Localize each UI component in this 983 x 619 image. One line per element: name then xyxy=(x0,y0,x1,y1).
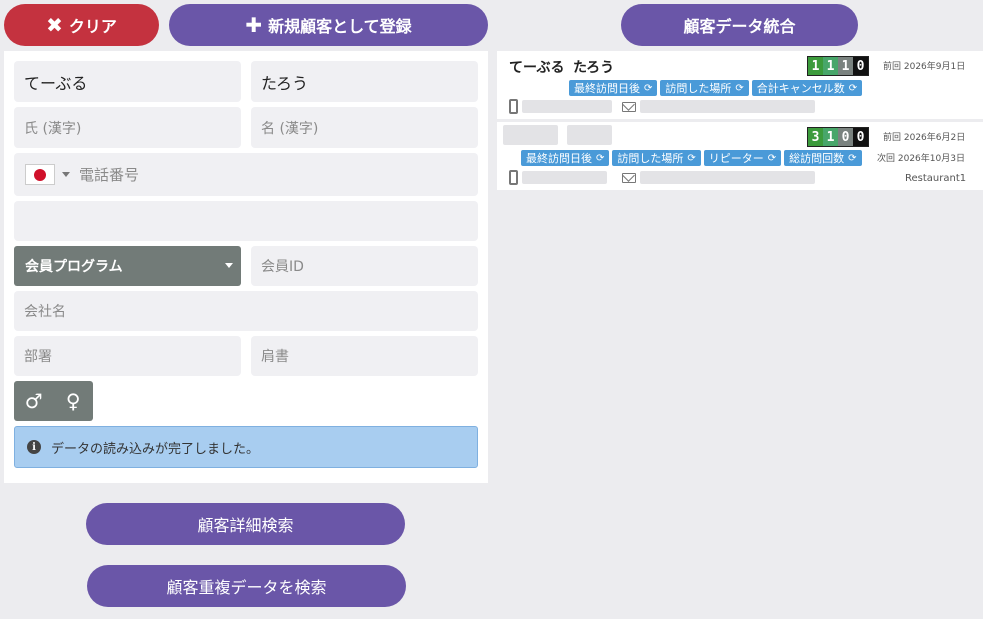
counter-other: 1 xyxy=(838,57,853,75)
last-name-kana-field[interactable]: てーぶる xyxy=(14,61,241,102)
redacted-first-name xyxy=(567,125,612,145)
counter-repeat: 1 xyxy=(823,128,838,146)
counter-visits: 3 xyxy=(808,128,823,146)
detail-search-label: 顧客詳細検索 xyxy=(197,516,294,535)
tag-list: 最終訪問日後 ⟳ 訪問した場所 ⟳ 合計キャンセル数 ⟳ xyxy=(569,80,863,96)
counter-cancel: 0 xyxy=(853,128,868,146)
tag-item[interactable]: 最終訪問日後 ⟳ xyxy=(521,150,610,166)
mail-icon xyxy=(622,173,636,183)
tag-label: 最終訪問日後 xyxy=(526,152,592,165)
membership-program-select[interactable]: 会員プログラム xyxy=(14,246,241,286)
customer-detail-search-button[interactable]: 顧客詳細検索 xyxy=(86,503,405,545)
clear-button[interactable]: ✖ クリア xyxy=(4,4,159,46)
counter-repeat: 1 xyxy=(823,57,838,75)
merge-customer-data-button[interactable]: 顧客データ統合 xyxy=(621,4,858,46)
list-item[interactable]: てーぶる たろう 1 1 1 0 前回 2026年9月1日 最終訪問日後 ⟳ 訪問… xyxy=(497,51,983,119)
chevron-down-icon xyxy=(225,263,233,268)
counter-other: 0 xyxy=(838,128,853,146)
tag-label: 合計キャンセル数 xyxy=(756,82,845,95)
last-name-kanji-field[interactable]: 氏 (漢字) xyxy=(14,107,241,148)
phone-placeholder: 電話番号 xyxy=(79,166,140,184)
mobile-phone-icon xyxy=(509,170,518,185)
visit-counters: 1 1 1 0 xyxy=(807,56,869,76)
info-icon: i xyxy=(27,440,41,454)
extra-field[interactable] xyxy=(14,201,478,241)
status-message: データの読み込みが完了しました。 xyxy=(51,441,260,457)
tag-label: 最終訪問日後 xyxy=(574,82,640,95)
merge-label: 顧客データ統合 xyxy=(683,17,796,36)
refresh-icon: ⟳ xyxy=(735,82,744,94)
job-title-field[interactable]: 肩書 xyxy=(251,336,478,376)
redacted-email xyxy=(640,171,815,184)
list-item[interactable]: 3 1 0 0 前回 2026年6月2日 最終訪問日後 ⟳ 訪問した場所 ⟳ リピー… xyxy=(497,122,983,190)
member-id-field[interactable]: 会員ID xyxy=(251,246,478,286)
results-list: てーぶる たろう 1 1 1 0 前回 2026年9月1日 最終訪問日後 ⟳ 訪問… xyxy=(497,51,983,619)
refresh-icon: ⟳ xyxy=(767,152,777,164)
counter-cancel: 0 xyxy=(853,57,868,75)
register-new-customer-button[interactable]: ✚ 新規顧客として登録 xyxy=(169,4,488,46)
redacted-email xyxy=(640,100,815,113)
first-name-kana-field[interactable]: たろう xyxy=(251,61,478,102)
previous-visit-date: 前回 2026年9月1日 xyxy=(883,62,966,72)
next-visit-date: 次回 2026年10月3日 xyxy=(877,154,965,164)
duplicate-search-button[interactable]: 顧客重複データを検索 xyxy=(87,565,406,607)
japan-flag-icon[interactable] xyxy=(25,164,55,185)
membership-program-label: 会員プログラム xyxy=(25,259,123,275)
refresh-icon: ⟳ xyxy=(687,152,696,164)
female-icon[interactable]: ♀ xyxy=(54,381,94,421)
counter-visits: 1 xyxy=(808,57,823,75)
company-field[interactable]: 会社名 xyxy=(14,291,478,331)
previous-visit-date: 前回 2026年6月2日 xyxy=(883,133,966,143)
tag-item[interactable]: 最終訪問日後 ⟳ xyxy=(569,80,658,96)
tag-item[interactable]: 訪問した場所 ⟳ xyxy=(660,80,749,96)
customer-last-name: てーぶる xyxy=(509,60,565,76)
clear-label: クリア xyxy=(68,17,117,36)
visit-counters: 3 1 0 0 xyxy=(807,127,869,147)
department-field[interactable]: 部署 xyxy=(14,336,241,376)
refresh-icon: ⟳ xyxy=(848,82,858,94)
customer-first-name: たろう xyxy=(573,60,615,76)
duplicate-search-label: 顧客重複データを検索 xyxy=(166,578,327,597)
mail-icon xyxy=(622,102,636,112)
tag-item[interactable]: 総訪問回数 ⟳ xyxy=(784,150,862,166)
mobile-phone-icon xyxy=(509,99,518,114)
refresh-icon: ⟳ xyxy=(596,152,605,164)
redacted-last-name xyxy=(503,125,558,145)
refresh-icon: ⟳ xyxy=(848,152,857,164)
status-alert: i データの読み込みが完了しました。 xyxy=(14,426,478,468)
redacted-phone xyxy=(522,171,607,184)
phone-field[interactable]: 電話番号 xyxy=(14,153,478,196)
tag-item[interactable]: リピーター ⟳ xyxy=(703,150,782,166)
chevron-down-icon[interactable] xyxy=(62,172,70,177)
register-label: 新規顧客として登録 xyxy=(268,17,412,36)
plus-icon: ✚ xyxy=(245,13,263,37)
first-name-kanji-field[interactable]: 名 (漢字) xyxy=(251,107,478,148)
tag-label: 訪問した場所 xyxy=(665,82,732,95)
gender-toggle[interactable]: ♂ ♀ xyxy=(14,381,93,421)
tag-item[interactable]: 合計キャンセル数 ⟳ xyxy=(751,80,863,96)
tag-label: 総訪問回数 xyxy=(789,152,845,165)
restaurant-name: Restaurant1 xyxy=(905,173,967,184)
tag-list: 最終訪問日後 ⟳ 訪問した場所 ⟳ リピーター ⟳ 総訪問回数 ⟳ xyxy=(521,150,862,166)
redacted-phone xyxy=(522,100,612,113)
tag-label: 訪問した場所 xyxy=(617,152,684,165)
tag-item[interactable]: 訪問した場所 ⟳ xyxy=(612,150,701,166)
male-icon[interactable]: ♂ xyxy=(14,381,54,421)
tag-label: リピーター xyxy=(708,152,764,165)
refresh-icon: ⟳ xyxy=(644,82,653,94)
close-icon: ✖ xyxy=(46,13,63,37)
